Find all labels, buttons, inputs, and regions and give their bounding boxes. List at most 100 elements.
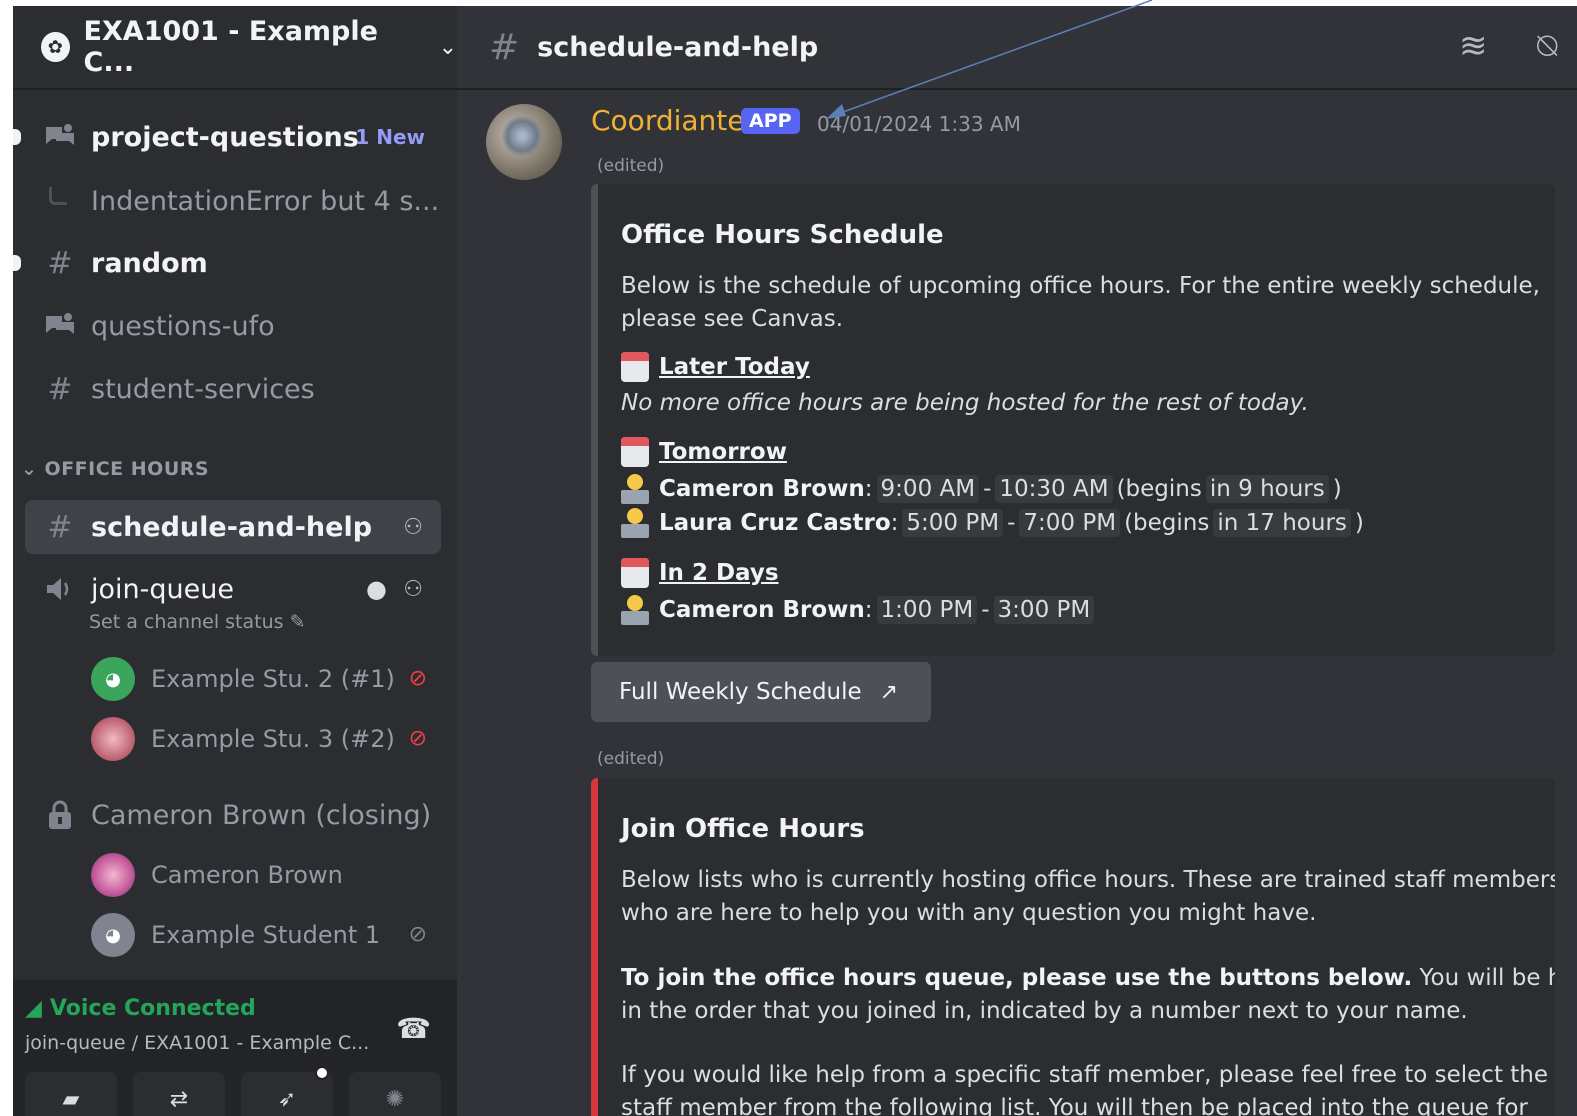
start-time: 5:00 PM	[902, 509, 1004, 537]
author-avatar[interactable]	[486, 104, 562, 180]
deafened-icon: ⊘	[408, 922, 427, 947]
screen-share-icon: ⇄	[169, 1087, 189, 1112]
category-office-hours[interactable]: ⌄ OFFICE HOURS	[21, 458, 209, 480]
embed-description: Below is the schedule of upcoming office…	[621, 273, 1540, 299]
screen-share-button[interactable]: ⇄	[133, 1072, 225, 1116]
chat-bubble-icon[interactable]: ●	[366, 575, 387, 603]
message-author[interactable]: Coordiante	[591, 104, 745, 137]
voice-channel-icon	[43, 575, 77, 603]
channel-cameron-brown-closing[interactable]: Cameron Brown (closing)	[25, 788, 441, 842]
instruction-rest: You will be helped	[1419, 965, 1555, 991]
staff-name: Cameron Brown	[659, 476, 865, 502]
begins-suffix: )	[1332, 476, 1342, 502]
thread-spine-icon	[49, 187, 67, 205]
channel-status[interactable]: Set a channel status ✎	[89, 611, 306, 633]
no-more-hours-text: No more office hours are being hosted fo…	[621, 390, 1309, 416]
channel-schedule-and-help[interactable]: # schedule-and-help ⚇	[25, 500, 441, 554]
technologist-icon	[621, 595, 649, 625]
add-member-icon[interactable]: ⚇	[403, 515, 423, 540]
channel-student-services[interactable]: # student-services	[25, 362, 441, 416]
start-time: 1:00 PM	[876, 596, 978, 624]
channel-sidebar: ✿ EXA1001 - Example C... ⌄ project-quest…	[13, 6, 457, 1116]
section-later-today: Later Today	[621, 352, 810, 382]
disconnect-icon[interactable]: ☎	[396, 1012, 431, 1045]
text-channel-icon: #	[47, 509, 73, 545]
channel-join-queue[interactable]: join-queue ● ⚇	[25, 562, 441, 616]
voice-user[interactable]: ◕ Example Stu. 2 (#1)	[91, 654, 395, 704]
signal-icon: ◢	[25, 996, 42, 1021]
edited-label: (edited)	[597, 749, 665, 769]
section-label: Tomorrow	[659, 439, 787, 465]
pencil-icon: ✎	[289, 611, 306, 633]
add-member-icon[interactable]: ⚇	[403, 577, 423, 602]
threads-icon[interactable]: ≋	[1459, 26, 1488, 66]
full-weekly-schedule-button[interactable]: Full Weekly Schedule ↗	[591, 662, 931, 722]
soundboard-icon: ✺	[385, 1087, 405, 1112]
schedule-row: Laura Cruz Castro: 5:00 PM - 7:00 PM (beg…	[621, 508, 1364, 538]
channel-random[interactable]: # random	[13, 236, 441, 290]
soundboard-button[interactable]: ✺	[349, 1072, 441, 1116]
channel-project-questions[interactable]: project-questions 1 New	[13, 110, 441, 164]
channel-name: Cameron Brown (closing)	[91, 799, 432, 831]
channel-title: schedule-and-help	[537, 31, 819, 63]
channel-header: # schedule-and-help ≋ ⍉	[457, 6, 1577, 90]
channel-status-text: Set a channel status	[89, 611, 284, 633]
embed-description: Below lists who is currently hosting off…	[621, 867, 1555, 893]
channel-name: student-services	[91, 373, 315, 405]
server-header[interactable]: ✿ EXA1001 - Example C... ⌄	[13, 6, 457, 90]
schedule-row: Cameron Brown: 9:00 AM - 10:30 AM (begins…	[621, 474, 1342, 504]
embed-color-bar	[591, 778, 598, 1116]
schedule-row: Cameron Brown: 1:00 PM - 3:00 PM	[621, 595, 1098, 625]
section-in-2-days: In 2 Days	[621, 558, 779, 588]
staff-name: Cameron Brown	[659, 597, 865, 623]
avatar	[91, 717, 135, 761]
message-timestamp: 04/01/2024 1:33 AM	[817, 112, 1021, 136]
end-time: 10:30 AM	[995, 475, 1113, 503]
chevron-down-icon: ⌄	[438, 34, 457, 60]
thread-indentationerror[interactable]: IndentationError but 4 s...	[49, 174, 439, 228]
staff-name: Laura Cruz Castro	[659, 510, 891, 536]
activity-indicator	[315, 1066, 329, 1080]
camera-button[interactable]: ▰	[25, 1072, 117, 1116]
technologist-icon	[621, 474, 649, 504]
channel-name: random	[91, 247, 208, 279]
channel-name: schedule-and-help	[91, 511, 373, 543]
text-channel-icon: #	[47, 245, 73, 281]
embed-description: who are here to help you with any questi…	[621, 900, 1317, 926]
forum-channel-icon	[43, 123, 77, 151]
voice-status[interactable]: ◢ Voice Connected	[25, 996, 256, 1021]
embed-description: staff member from the following list. Yo…	[621, 1095, 1528, 1116]
forum-channel-icon	[43, 312, 77, 340]
rocket-icon: ➶	[277, 1087, 297, 1112]
section-tomorrow: Tomorrow	[621, 437, 787, 467]
edited-label: (edited)	[597, 156, 665, 176]
voice-user-name: Cameron Brown	[151, 861, 343, 889]
voice-user[interactable]: ◕ Example Student 1	[91, 910, 380, 960]
avatar: ◕	[91, 657, 135, 701]
voice-user[interactable]: Example Stu. 3 (#2)	[91, 714, 395, 764]
channel-questions-ufo[interactable]: questions-ufo	[25, 299, 441, 353]
end-time: 7:00 PM	[1019, 509, 1121, 537]
bell-off-icon[interactable]: ⍉	[1537, 26, 1557, 66]
begins-suffix: )	[1354, 510, 1364, 536]
embed-join-office-hours: Join Office Hours Below lists who is cur…	[591, 778, 1555, 1116]
embed-description: please see Canvas.	[621, 306, 844, 332]
voice-user[interactable]: Cameron Brown	[91, 850, 343, 900]
external-link-icon: ↗	[879, 679, 899, 705]
channel-name: join-queue	[91, 573, 234, 605]
voice-user-name: Example Student 1	[151, 921, 381, 949]
instruction-bold: To join the office hours queue, please u…	[621, 965, 1413, 991]
embed-color-bar	[591, 184, 598, 656]
voice-user-name: Example Stu. 3 (#2)	[151, 725, 395, 753]
avatar: ◕	[91, 913, 135, 957]
calendar-icon	[621, 352, 649, 382]
embed-office-hours-schedule: Office Hours Schedule Below is the sched…	[591, 184, 1555, 656]
server-name: EXA1001 - Example C...	[83, 16, 378, 78]
begins-prefix: (begins	[1124, 510, 1210, 536]
begins-in: in 9 hours	[1205, 475, 1329, 503]
app-badge: APP	[741, 108, 800, 134]
technologist-icon	[621, 508, 649, 538]
calendar-icon	[621, 558, 649, 588]
embed-title: Office Hours Schedule	[621, 220, 944, 250]
begins-in: in 17 hours	[1213, 509, 1351, 537]
